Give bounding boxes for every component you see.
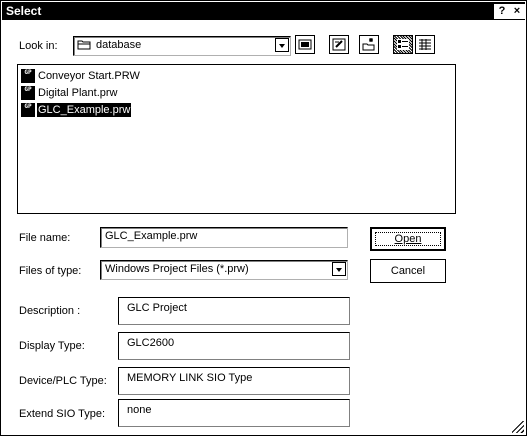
project-file-icon: GP [21, 103, 35, 117]
up-one-level-icon [298, 39, 312, 50]
device-plc-type-field: MEMORY LINK SIO Type [118, 367, 350, 395]
device-plc-type-value: MEMORY LINK SIO Type [127, 372, 253, 384]
project-file-icon: GP [21, 86, 35, 100]
file-type-label: Files of type: [19, 265, 82, 277]
file-type-value: Windows Project Files (*.prw) [105, 263, 249, 275]
project-file-icon: GP [21, 69, 35, 83]
resize-grip-icon[interactable] [512, 421, 524, 433]
file-name: Digital Plant.prw [38, 87, 118, 99]
description-value: GLC Project [127, 302, 187, 314]
details-view-button[interactable] [415, 35, 435, 54]
chevron-down-icon[interactable] [332, 262, 346, 276]
file-name-value: GLC_Example.prw [105, 230, 198, 242]
look-in-label: Look in: [19, 40, 58, 52]
display-type-field: GLC2600 [118, 332, 350, 360]
close-button[interactable]: × [509, 4, 525, 19]
cancel-button[interactable]: Cancel [370, 259, 446, 283]
desktop-button[interactable] [329, 35, 349, 54]
look-in-value: database [96, 39, 142, 51]
description-field: GLC Project [118, 297, 350, 325]
look-in-combo[interactable]: database [73, 36, 291, 56]
dialog-title: Select [6, 4, 42, 18]
open-button[interactable]: Open [370, 227, 446, 251]
up-one-level-button[interactable] [295, 35, 315, 54]
file-type-select[interactable]: Windows Project Files (*.prw) [100, 260, 348, 280]
extend-sio-type-value: none [127, 404, 152, 416]
file-name: Conveyor Start.PRW [38, 70, 140, 82]
file-list[interactable]: GP Conveyor Start.PRW GP Digital Plant.p… [17, 64, 456, 214]
file-name-label: File name: [19, 232, 71, 244]
select-dialog: Select ? × Look in: database GP Conveyor… [0, 0, 527, 436]
extend-sio-type-label: Extend SIO Type: [19, 408, 106, 420]
title-bar[interactable]: Select ? × [2, 2, 525, 20]
display-type-value: GLC2600 [127, 337, 175, 349]
file-name-input[interactable]: GLC_Example.prw [100, 227, 348, 248]
cancel-button-label: Cancel [390, 265, 426, 277]
details-view-icon [419, 39, 431, 50]
folder-icon [77, 39, 91, 50]
description-label: Description : [19, 305, 81, 317]
new-folder-button[interactable] [359, 35, 379, 54]
chevron-down-icon[interactable] [275, 38, 289, 52]
list-view-icon [397, 39, 409, 50]
desktop-icon [332, 38, 346, 51]
list-view-button[interactable] [393, 35, 413, 54]
display-type-label: Display Type: [19, 340, 85, 352]
focus-outline [375, 232, 441, 246]
file-name: GLC_Example.prw [37, 103, 132, 117]
extend-sio-type-field: none [118, 399, 350, 427]
help-button[interactable]: ? [494, 4, 510, 19]
new-folder-icon [362, 38, 375, 51]
device-plc-type-label: Device/PLC Type: [19, 375, 107, 387]
